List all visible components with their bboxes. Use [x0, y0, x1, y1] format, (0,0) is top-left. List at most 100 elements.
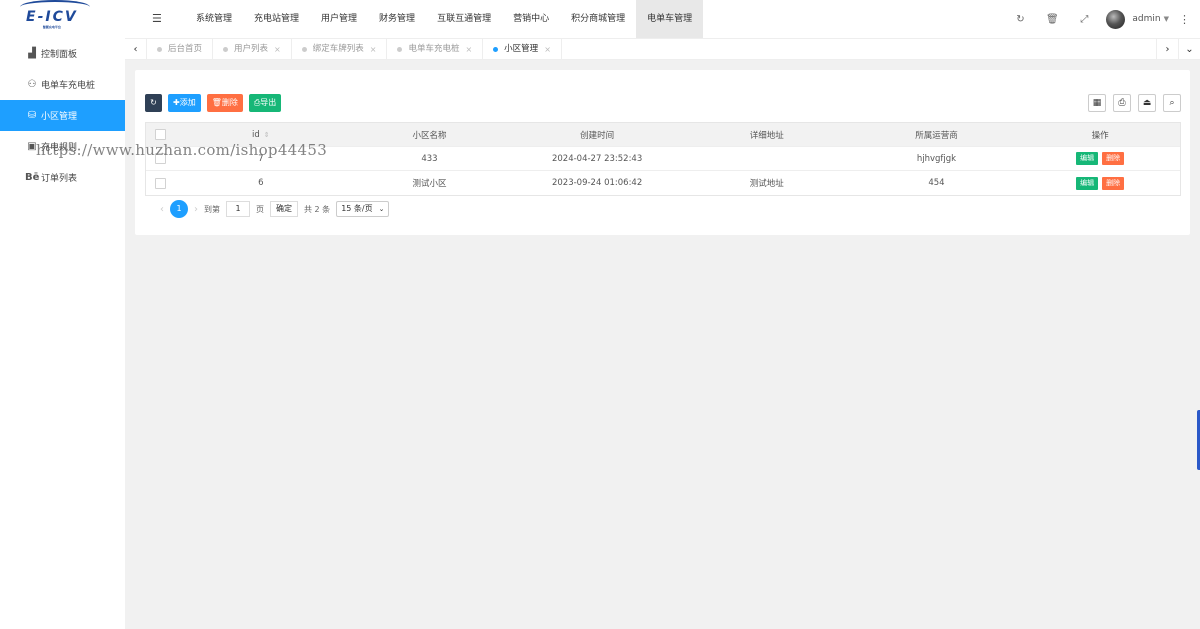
user-name[interactable]: admin: [1132, 14, 1160, 24]
page-label: 页: [256, 204, 264, 214]
cell-name: 测试小区: [412, 179, 447, 189]
page-size-select[interactable]: 15 条/页 ⌄: [336, 201, 390, 217]
prev-page-icon[interactable]: ‹: [160, 204, 164, 215]
tab-plate-list[interactable]: 绑定车牌列表 ×: [292, 39, 388, 60]
header-created: 创建时间: [580, 130, 615, 141]
current-page[interactable]: 1: [170, 200, 188, 218]
tab-dot: [493, 47, 499, 52]
tab-dot: [397, 47, 403, 52]
export-button[interactable]: ⎙导出: [248, 94, 282, 112]
row-delete-button[interactable]: 删除: [1102, 152, 1125, 165]
header-right: ↻ 🗑 ⤢ admin ▼ ⋮: [1004, 0, 1200, 38]
tab-dot: [157, 47, 162, 52]
menu-fold-icon[interactable]: ☰: [152, 12, 162, 25]
page-size-value: 15 条/页: [341, 204, 373, 213]
content-card: ↻ ✚添加 🗑删除 ⎙导出 ▦ ⎙ ⏏ ⌕ id ⇕ 小区名称 创建时间 详细地址…: [135, 70, 1190, 235]
row-select-cell: [146, 153, 176, 164]
cell-operator: 454: [928, 178, 945, 188]
row-checkbox[interactable]: [155, 177, 167, 189]
sort-icon[interactable]: ⇕: [264, 131, 270, 139]
tabs-scroll-right-icon[interactable]: ›: [1156, 39, 1178, 60]
more-vertical-icon[interactable]: ⋮: [1179, 13, 1190, 26]
avatar[interactable]: [1106, 9, 1126, 29]
close-icon[interactable]: ×: [274, 39, 281, 60]
tab-label: 绑定车牌列表: [312, 44, 364, 54]
total-count: 共 2 条: [304, 204, 331, 214]
sidebar-item-ebike-charger[interactable]: ⚇ 电单车充电桩: [0, 69, 125, 100]
select-all-checkbox[interactable]: [155, 129, 167, 140]
pagination: ‹ 1 › 到第 1 页 确定 共 2 条 15 条/页 ⌄: [154, 200, 390, 218]
topnav-points-mall[interactable]: 积分商城管理: [560, 0, 636, 38]
behance-icon: Bē: [25, 172, 40, 183]
top-header: ☰ 系统管理 充电站管理 用户管理 财务管理 互联互通管理 营销中心 积分商城管…: [125, 0, 1200, 38]
tab-ebike-charger[interactable]: 电单车充电桩 ×: [387, 39, 484, 60]
table-header-row: id ⇕ 小区名称 创建时间 详细地址 所属运营商 操作: [146, 123, 1180, 147]
cell-address: 测试地址: [749, 179, 784, 189]
tabs-scroll-left-icon[interactable]: ‹: [125, 39, 147, 60]
row-delete-button[interactable]: 删除: [1102, 176, 1125, 190]
topnav-station[interactable]: 充电站管理: [243, 0, 310, 38]
export-icon[interactable]: ⏏: [1138, 94, 1156, 112]
tabs-bar: ‹ 后台首页 用户列表 × 绑定车牌列表 × 电单车充电桩 × 小区管理 × ›…: [125, 38, 1200, 60]
goto-page-input[interactable]: 1: [226, 201, 250, 217]
close-icon[interactable]: ×: [544, 39, 551, 60]
header-id[interactable]: id ⇕: [176, 130, 346, 140]
sidebar-item-dashboard[interactable]: ▟ 控制面板: [0, 38, 125, 69]
tab-community[interactable]: 小区管理 ×: [483, 39, 562, 60]
tabs: 后台首页 用户列表 × 绑定车牌列表 × 电单车充电桩 × 小区管理 ×: [147, 39, 562, 60]
sidebar-item-orders[interactable]: Bē 订单列表: [0, 162, 125, 193]
topnav-finance[interactable]: 财务管理: [368, 0, 426, 38]
refresh-button[interactable]: ↻: [145, 94, 162, 112]
row-select-cell: [146, 177, 176, 189]
cell-created: 2023-09-24 01:06:42: [551, 178, 643, 188]
cell-actions: 编辑 删除: [1020, 176, 1180, 190]
topnav-interconnect[interactable]: 互联互通管理: [426, 0, 502, 38]
add-button[interactable]: ✚添加: [168, 94, 201, 112]
logo[interactable]: E-ICV 智能充电平台: [0, 0, 125, 38]
topnav-ebike[interactable]: 电单车管理: [636, 0, 704, 38]
sidebar: E-ICV 智能充电平台 ▟ 控制面板 ⚇ 电单车充电桩 ⛁ 小区管理 ▣ 充电…: [0, 0, 125, 629]
print-icon[interactable]: ⎙: [1113, 94, 1131, 112]
chevron-down-icon[interactable]: ▼: [1164, 15, 1169, 23]
tab-dot: [301, 47, 307, 52]
tab-home[interactable]: 后台首页: [147, 39, 214, 60]
edit-button[interactable]: 编辑: [1076, 152, 1099, 165]
header-address: 详细地址: [749, 130, 784, 141]
area-chart-icon: ▟: [28, 48, 36, 59]
table-row[interactable]: 7 433 2024-04-27 23:52:43 hjhvgfjgk 编辑 删除: [146, 147, 1180, 171]
edit-button[interactable]: 编辑: [1076, 176, 1099, 190]
tab-label: 小区管理: [504, 44, 539, 54]
tabs-menu-icon[interactable]: ⌄: [1178, 39, 1200, 60]
goto-label: 到第: [204, 204, 220, 214]
columns-icon[interactable]: ▦: [1088, 94, 1106, 112]
close-icon[interactable]: ×: [370, 39, 377, 60]
trash-icon[interactable]: 🗑: [1036, 14, 1068, 25]
cell-id: 7: [258, 153, 264, 164]
table-tools: ▦ ⎙ ⏏ ⌕: [1088, 94, 1181, 112]
motorcycle-icon: ⚇: [27, 79, 37, 90]
header-name: 小区名称: [412, 130, 447, 141]
table-row[interactable]: 6 测试小区 2023-09-24 01:06:42 测试地址 454 编辑 删除: [146, 171, 1180, 195]
sidebar-item-label: 电单车充电桩: [41, 81, 96, 91]
refresh-icon[interactable]: ↻: [1004, 14, 1036, 25]
fullscreen-icon[interactable]: ⤢: [1068, 14, 1100, 25]
sidebar-item-charge-rules[interactable]: ▣ 充电规则: [0, 131, 125, 162]
sidebar-item-label: 小区管理: [41, 112, 78, 122]
select-all-cell: [146, 129, 176, 140]
delete-button[interactable]: 🗑删除: [206, 94, 243, 112]
next-page-icon[interactable]: ›: [194, 204, 198, 215]
close-icon[interactable]: ×: [465, 39, 472, 60]
topnav-marketing[interactable]: 营销中心: [502, 0, 560, 38]
topnav-users[interactable]: 用户管理: [310, 0, 368, 38]
search-icon[interactable]: ⌕: [1163, 94, 1181, 112]
topnav-system[interactable]: 系统管理: [185, 0, 243, 38]
cell-operator: hjhvgfjgk: [916, 153, 957, 164]
goto-confirm-button[interactable]: 确定: [270, 201, 298, 217]
row-checkbox[interactable]: [155, 153, 167, 164]
header-id-label: id: [251, 129, 260, 140]
cell-id: 6: [258, 178, 264, 188]
header-actions: 操作: [1091, 130, 1109, 141]
chevron-down-icon: ⌄: [378, 205, 385, 213]
tab-user-list[interactable]: 用户列表 ×: [213, 39, 292, 60]
sidebar-item-community[interactable]: ⛁ 小区管理: [0, 100, 125, 131]
